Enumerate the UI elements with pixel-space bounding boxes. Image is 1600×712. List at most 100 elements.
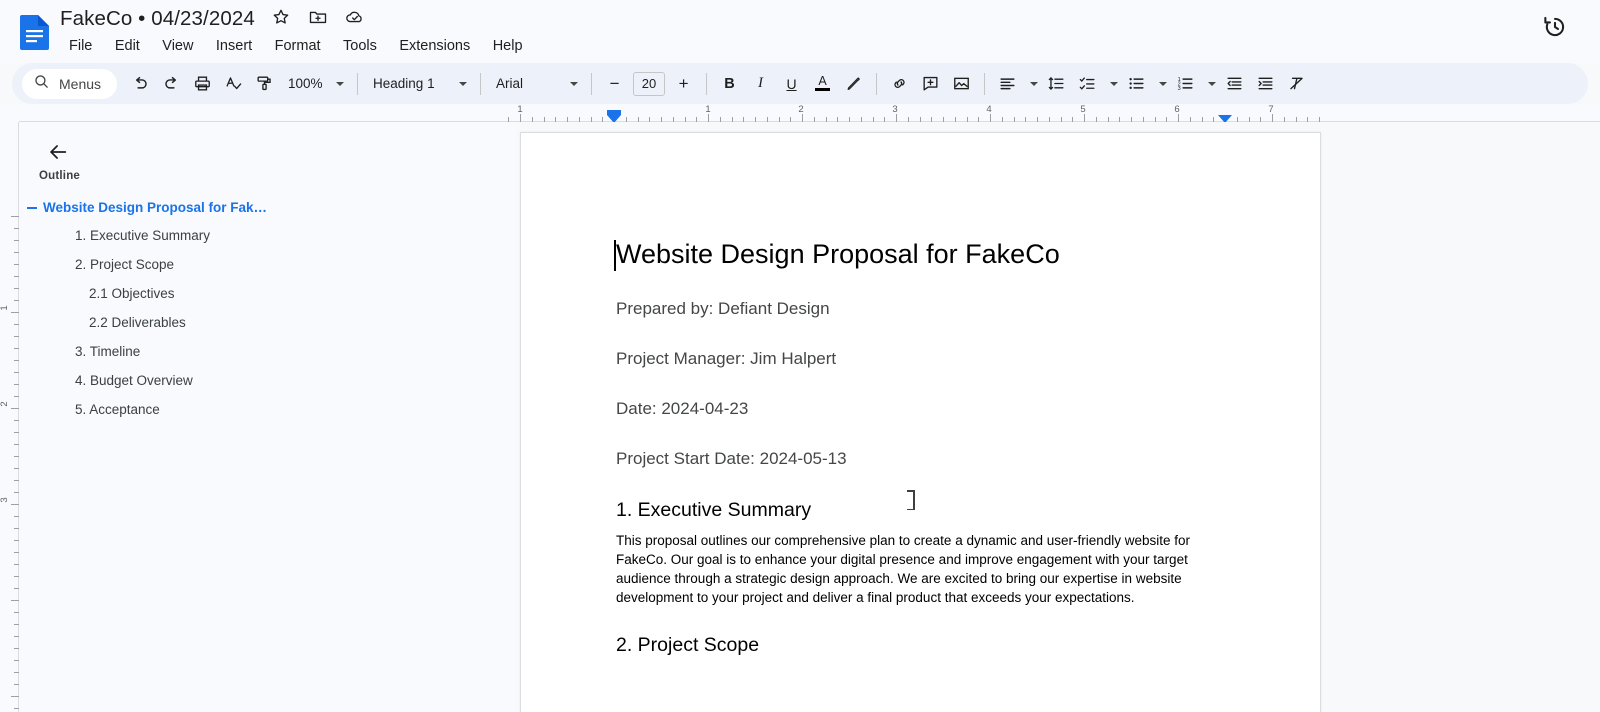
toolbar-divider xyxy=(984,72,986,95)
menu-view[interactable]: View xyxy=(153,34,202,58)
menu-format[interactable]: Format xyxy=(266,34,330,58)
zoom-select[interactable]: 100% xyxy=(280,70,350,98)
google-docs-icon[interactable] xyxy=(18,14,50,50)
menu-insert[interactable]: Insert xyxy=(207,34,261,58)
outline-item-budget-overview[interactable]: 4. Budget Overview xyxy=(19,366,516,395)
toolbar-divider xyxy=(591,72,593,95)
outline-item-acceptance[interactable]: 5. Acceptance xyxy=(19,395,516,424)
collapse-dash-icon xyxy=(27,206,37,209)
font-size-stepper: − 20 + xyxy=(599,69,699,99)
insert-image-icon[interactable] xyxy=(946,69,977,99)
paragraph-style-select[interactable]: Heading 1 xyxy=(365,70,473,98)
outline-item-project-scope[interactable]: 2. Project Scope xyxy=(19,250,516,279)
outline-root-label: Website Design Proposal for Fak… xyxy=(43,200,268,215)
document-title[interactable]: FakeCo • 04/23/2024 xyxy=(60,6,255,32)
doc-start-date[interactable]: Project Start Date: 2024-05-13 xyxy=(616,448,1225,471)
search-menus-button[interactable]: Menus xyxy=(22,68,118,99)
doc-project-manager[interactable]: Project Manager: Jim Halpert xyxy=(616,348,1225,371)
document-canvas[interactable]: Website Design Proposal for FakeCo Prepa… xyxy=(516,122,1600,712)
doc-date[interactable]: Date: 2024-04-23 xyxy=(616,398,1225,421)
workspace: 1 2 3 Outline Website Design Proposal fo… xyxy=(0,122,1600,712)
doc-prepared-by[interactable]: Prepared by: Defiant Design xyxy=(616,298,1225,321)
paragraph-style-value: Heading 1 xyxy=(373,76,435,91)
zoom-value: 100% xyxy=(288,76,323,91)
align-left-icon[interactable] xyxy=(992,69,1023,99)
increase-font-size-button[interactable]: + xyxy=(668,69,699,99)
doc-title-heading[interactable]: Website Design Proposal for FakeCo xyxy=(614,238,1225,272)
italic-button[interactable]: I xyxy=(745,69,776,99)
doc-section1-body[interactable]: This proposal outlines our comprehensive… xyxy=(616,531,1225,608)
doc-section1-heading[interactable]: 1. Executive Summary xyxy=(616,498,1225,523)
text-color-label: A xyxy=(818,74,827,88)
font-family-value: Arial xyxy=(496,76,524,91)
insert-link-icon[interactable] xyxy=(884,69,915,99)
horizontal-ruler[interactable]: 1 1 2 3 4 5 6 7 xyxy=(0,104,1600,123)
outline-item-objectives[interactable]: 2.1 Objectives xyxy=(19,279,516,308)
outline-item-timeline[interactable]: 3. Timeline xyxy=(19,337,516,366)
toolbar: Menus 100% Heading 1 Arial − 20 + B I U … xyxy=(12,63,1588,104)
first-line-indent-marker[interactable] xyxy=(607,110,621,115)
move-to-folder-icon[interactable] xyxy=(308,7,334,31)
document-page[interactable]: Website Design Proposal for FakeCo Prepa… xyxy=(520,132,1321,712)
star-icon[interactable] xyxy=(271,7,297,31)
outline-item-executive-summary[interactable]: 1. Executive Summary xyxy=(19,221,516,250)
checklist-dropdown-caret[interactable] xyxy=(1103,70,1121,98)
align-dropdown-caret[interactable] xyxy=(1023,70,1041,98)
numbered-list-icon[interactable]: 123 xyxy=(1170,69,1201,99)
menu-edit[interactable]: Edit xyxy=(106,34,149,58)
menu-tools[interactable]: Tools xyxy=(334,34,386,58)
search-icon xyxy=(33,73,50,95)
ruler-tick xyxy=(520,114,521,122)
bulleted-list-dropdown-caret[interactable] xyxy=(1152,70,1170,98)
ruler-label-6: 5 xyxy=(1080,104,1086,115)
back-arrow-icon[interactable] xyxy=(41,135,75,169)
decrease-font-size-button[interactable]: − xyxy=(599,69,630,99)
title-block: FakeCo • 04/23/2024 xyxy=(60,6,376,32)
menu-bar: File Edit View Insert Format Tools Exten… xyxy=(60,34,532,58)
vertical-ruler-tick xyxy=(11,216,19,217)
chevron-down-icon xyxy=(336,81,345,86)
ruler-tick xyxy=(1272,114,1273,122)
chevron-down-icon xyxy=(459,81,468,86)
bulleted-list-icon[interactable] xyxy=(1121,69,1152,99)
add-comment-icon[interactable] xyxy=(915,69,946,99)
vertical-ruler[interactable]: 1 2 3 xyxy=(0,122,19,712)
spellcheck-icon[interactable] xyxy=(218,69,249,99)
menu-extensions[interactable]: Extensions xyxy=(390,34,479,58)
search-menus-label: Menus xyxy=(59,75,102,92)
bold-button[interactable]: B xyxy=(714,69,745,99)
text-color-swatch xyxy=(815,88,831,91)
clear-formatting-icon[interactable] xyxy=(1281,69,1312,99)
ruler-tick xyxy=(802,114,803,122)
mouse-ibeam-cursor xyxy=(907,490,915,510)
outline-item-deliverables[interactable]: 2.2 Deliverables xyxy=(19,308,516,337)
numbered-list-dropdown-caret[interactable] xyxy=(1201,70,1219,98)
increase-indent-icon[interactable] xyxy=(1250,69,1281,99)
undo-icon[interactable] xyxy=(125,69,156,99)
vertical-ruler-tick xyxy=(11,408,19,409)
line-spacing-icon[interactable] xyxy=(1041,69,1072,99)
ruler-tick xyxy=(896,114,897,122)
outline-item-root[interactable]: Website Design Proposal for Fak… xyxy=(19,194,516,221)
checklist-icon[interactable] xyxy=(1072,69,1103,99)
ruler-label-1: 1 xyxy=(517,104,523,115)
doc-section2-heading[interactable]: 2. Project Scope xyxy=(616,633,1225,658)
toolbar-divider xyxy=(876,72,878,95)
font-family-select[interactable]: Arial xyxy=(488,70,584,98)
vertical-ruler-tick xyxy=(11,312,19,313)
menu-file[interactable]: File xyxy=(60,34,101,58)
underline-button[interactable]: U xyxy=(776,69,807,99)
font-size-input[interactable]: 20 xyxy=(633,71,666,96)
ruler-label-5: 4 xyxy=(986,104,992,115)
text-color-button[interactable]: A xyxy=(807,69,838,99)
decrease-indent-icon[interactable] xyxy=(1219,69,1250,99)
ruler-tick xyxy=(1178,114,1179,122)
print-icon[interactable] xyxy=(187,69,218,99)
version-history-icon[interactable] xyxy=(1542,14,1578,50)
title-action-icons xyxy=(271,7,376,31)
cloud-saved-icon[interactable] xyxy=(344,7,370,31)
highlight-pen-icon[interactable] xyxy=(838,69,869,99)
paint-format-icon[interactable] xyxy=(249,69,280,99)
redo-icon[interactable] xyxy=(156,69,187,99)
menu-help[interactable]: Help xyxy=(484,34,532,58)
